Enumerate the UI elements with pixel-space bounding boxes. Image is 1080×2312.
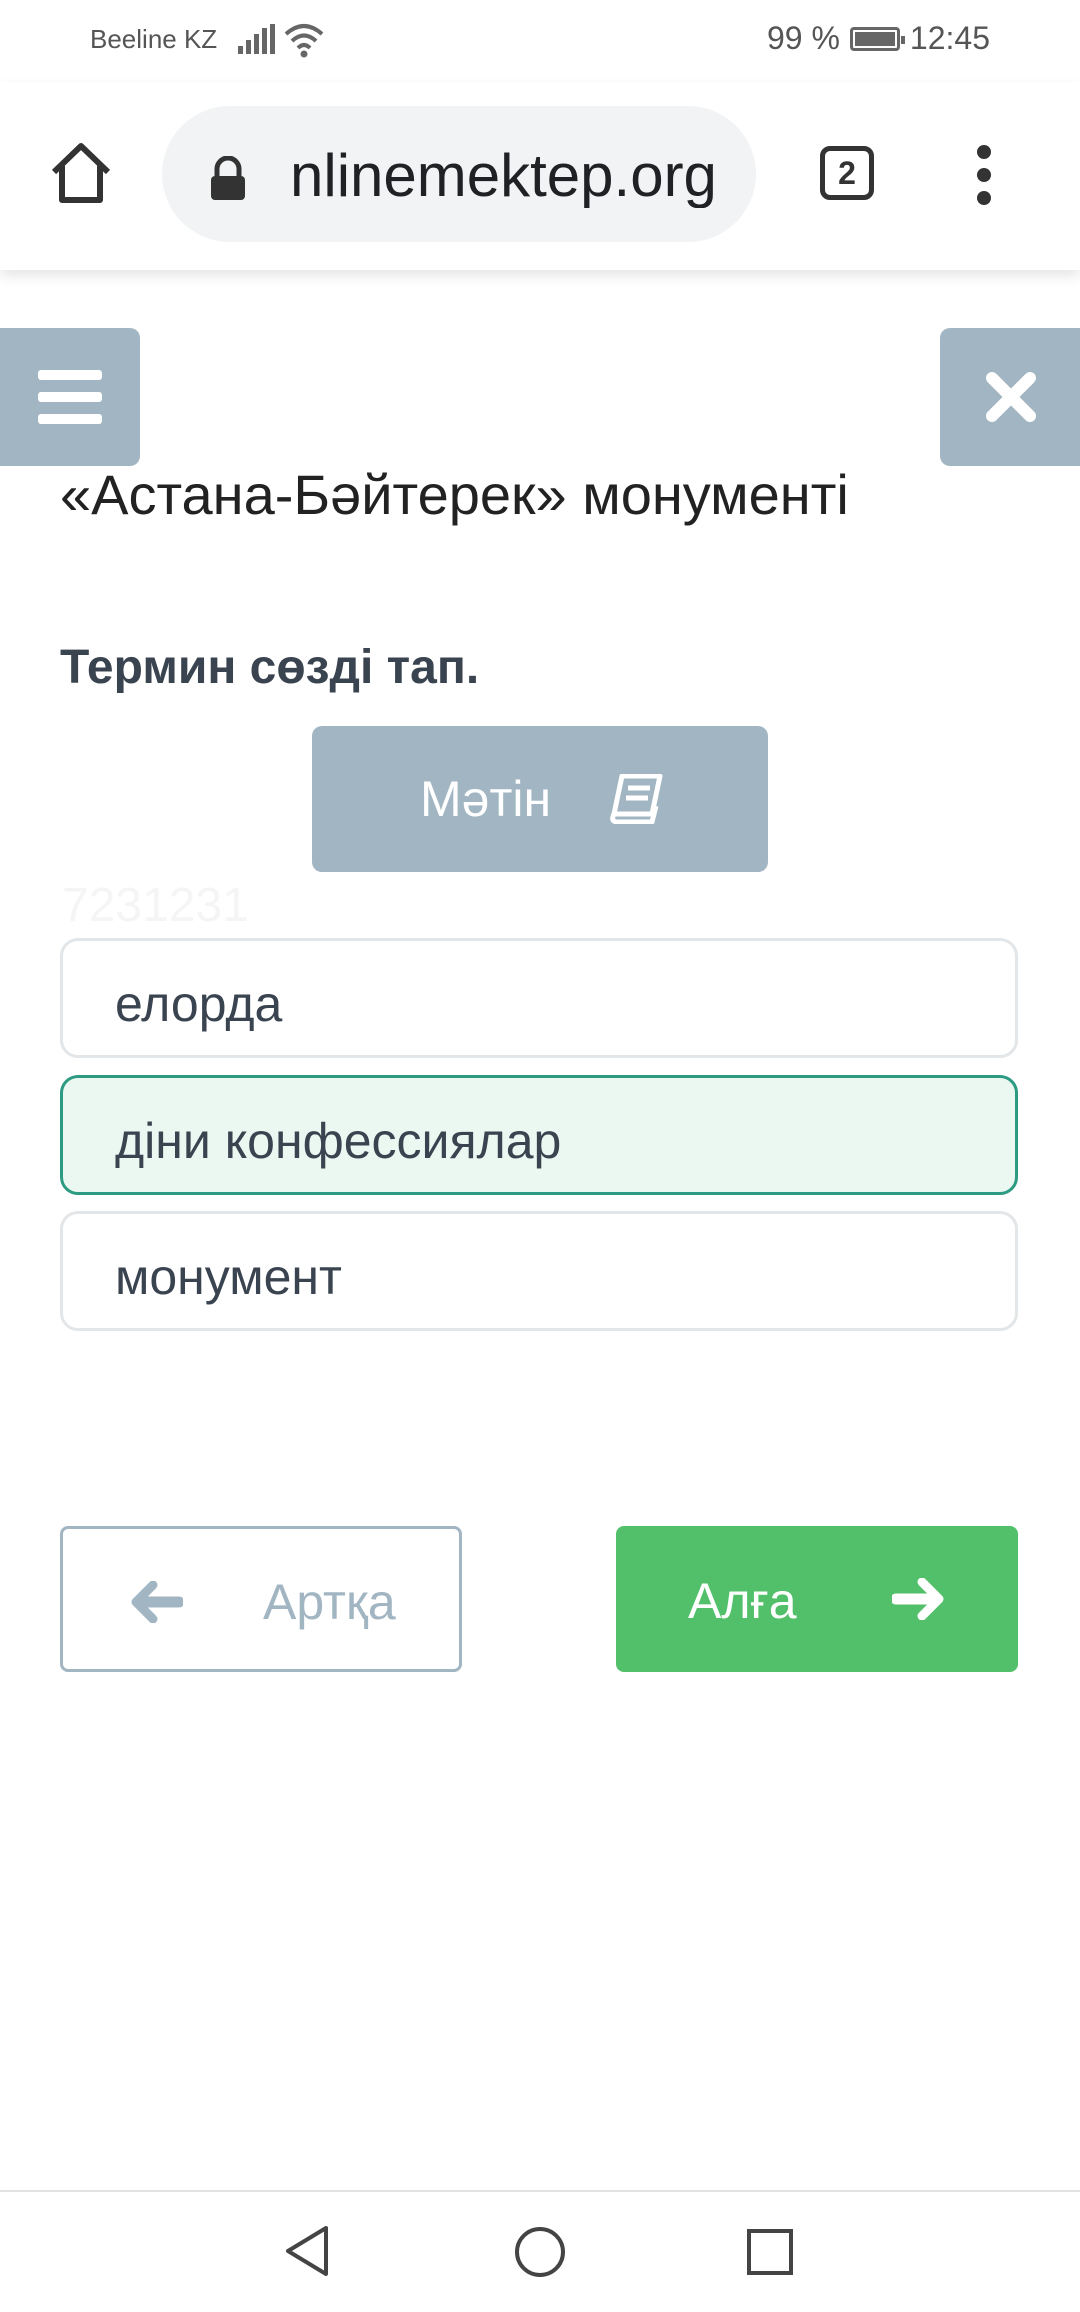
answer-option-label: діни конфессиялар <box>115 1113 562 1169</box>
answer-option[interactable]: монумент <box>60 1211 1018 1331</box>
arrow-left-icon <box>131 1581 183 1623</box>
close-icon <box>986 372 1036 422</box>
hamburger-icon <box>38 370 102 424</box>
tabs-icon[interactable]: 2 <box>820 146 874 200</box>
back-triangle-icon[interactable] <box>282 2224 332 2278</box>
answer-option[interactable]: елорда <box>60 938 1018 1058</box>
page-title: «Астана-Бәйтерек» монументі <box>60 463 849 526</box>
status-right: 99 % 12:45 <box>767 20 990 57</box>
url-text[interactable]: nlinemektep.org <box>290 144 730 208</box>
text-button[interactable]: Мәтін <box>312 726 768 872</box>
lock-icon <box>211 156 245 200</box>
wifi-icon <box>284 24 324 58</box>
book-icon <box>610 774 663 824</box>
next-button[interactable]: Алға <box>616 1526 1018 1672</box>
home-icon[interactable] <box>48 140 114 206</box>
back-button[interactable]: Артқа <box>60 1526 462 1672</box>
next-button-label: Алға <box>688 1573 797 1629</box>
watermark-text: 7231231 <box>62 879 249 932</box>
signal-icon <box>238 24 275 54</box>
arrow-right-icon <box>892 1578 944 1620</box>
battery-percent: 99 % <box>766 20 840 56</box>
back-button-label: Артқа <box>263 1574 396 1630</box>
answer-option-label: монумент <box>115 1249 342 1305</box>
more-vert-icon[interactable] <box>972 144 996 206</box>
answer-option-selected[interactable]: діни конфессиялар <box>60 1075 1018 1195</box>
clock: 12:45 <box>909 20 990 56</box>
answer-option-label: елорда <box>115 976 283 1032</box>
menu-button[interactable] <box>0 328 140 466</box>
battery-icon <box>849 26 905 51</box>
carrier-name: Beeline KZ <box>90 24 218 54</box>
text-button-label: Мәтін <box>420 771 552 827</box>
question-text: Термин сөзді тап. <box>60 641 480 694</box>
home-circle-icon[interactable] <box>514 2226 566 2278</box>
close-button[interactable] <box>940 328 1080 466</box>
recents-square-icon[interactable] <box>746 2228 794 2276</box>
